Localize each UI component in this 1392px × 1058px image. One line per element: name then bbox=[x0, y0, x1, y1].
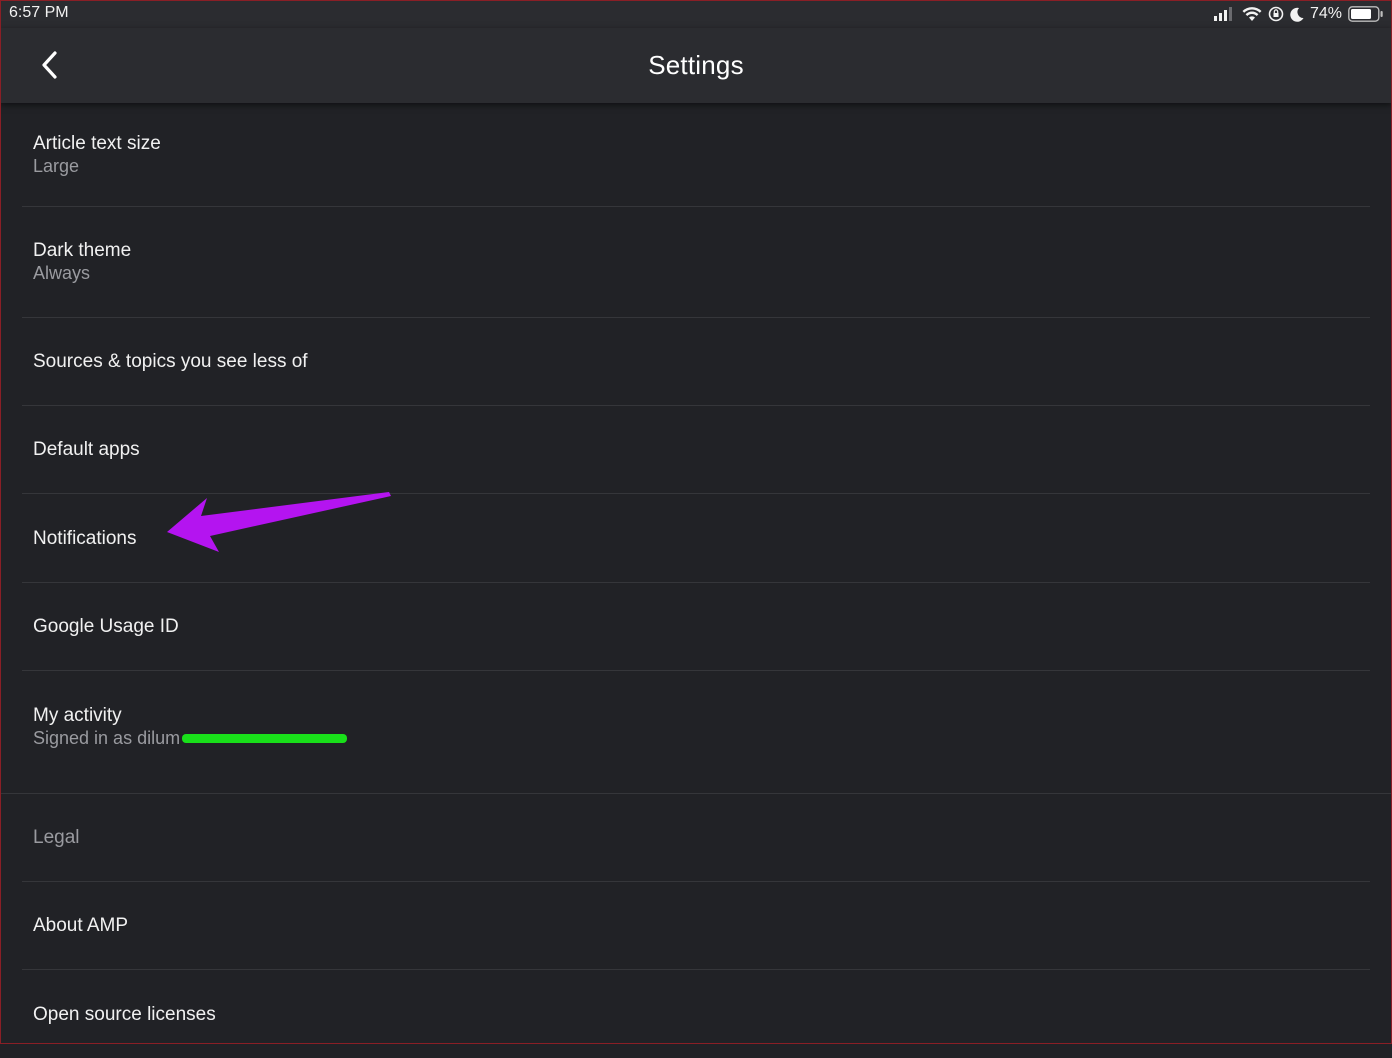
setting-title: Dark theme bbox=[33, 240, 132, 261]
setting-value: Large bbox=[33, 155, 80, 176]
setting-google-usage-id[interactable]: Google Usage ID bbox=[22, 583, 1370, 671]
rotation-lock-icon bbox=[1268, 6, 1284, 22]
setting-default-apps[interactable]: Default apps bbox=[22, 406, 1370, 494]
signed-in-account: Signed in as dilum bbox=[33, 727, 1370, 750]
section-header-legal: Legal bbox=[33, 827, 80, 848]
setting-title: My activity bbox=[33, 705, 122, 726]
setting-title: Google Usage ID bbox=[33, 616, 179, 637]
setting-about-amp[interactable]: About AMP bbox=[22, 882, 1370, 970]
app-bar: Settings bbox=[0, 28, 1392, 103]
setting-open-source-licenses[interactable]: Open source licenses bbox=[22, 970, 1370, 1058]
status-bar: 6:57 PM 74% bbox=[0, 0, 1392, 28]
setting-my-activity[interactable]: My activity Signed in as dilum bbox=[22, 671, 1370, 783]
setting-title: Default apps bbox=[33, 439, 140, 460]
battery-percent: 74% bbox=[1309, 5, 1342, 22]
setting-article-text-size[interactable]: Article text size Large bbox=[22, 103, 1370, 207]
setting-title: Sources & topics you see less of bbox=[33, 351, 308, 372]
annotation-arrow-icon bbox=[167, 492, 391, 552]
signed-in-text: Signed in as dilum bbox=[33, 728, 181, 748]
status-time: 6:57 PM bbox=[9, 4, 69, 21]
cellular-signal-icon bbox=[1213, 7, 1236, 21]
wifi-icon bbox=[1242, 6, 1262, 22]
moon-icon bbox=[1290, 7, 1304, 22]
settings-list: Article text size Large Dark theme Alway… bbox=[0, 103, 1392, 1058]
battery-icon bbox=[1348, 6, 1384, 22]
setting-value: Always bbox=[33, 263, 91, 283]
setting-sources-topics[interactable]: Sources & topics you see less of bbox=[22, 318, 1370, 406]
setting-legal[interactable]: Legal bbox=[22, 794, 1370, 882]
setting-dark-theme[interactable]: Dark theme Always bbox=[22, 207, 1370, 318]
setting-title: About AMP bbox=[33, 915, 129, 936]
page-title: Settings bbox=[648, 50, 744, 80]
email-redaction bbox=[182, 733, 348, 743]
setting-title: Article text size bbox=[33, 132, 161, 154]
setting-title: Open source licenses bbox=[33, 1003, 216, 1025]
status-icons: 74% bbox=[1213, 3, 1384, 25]
